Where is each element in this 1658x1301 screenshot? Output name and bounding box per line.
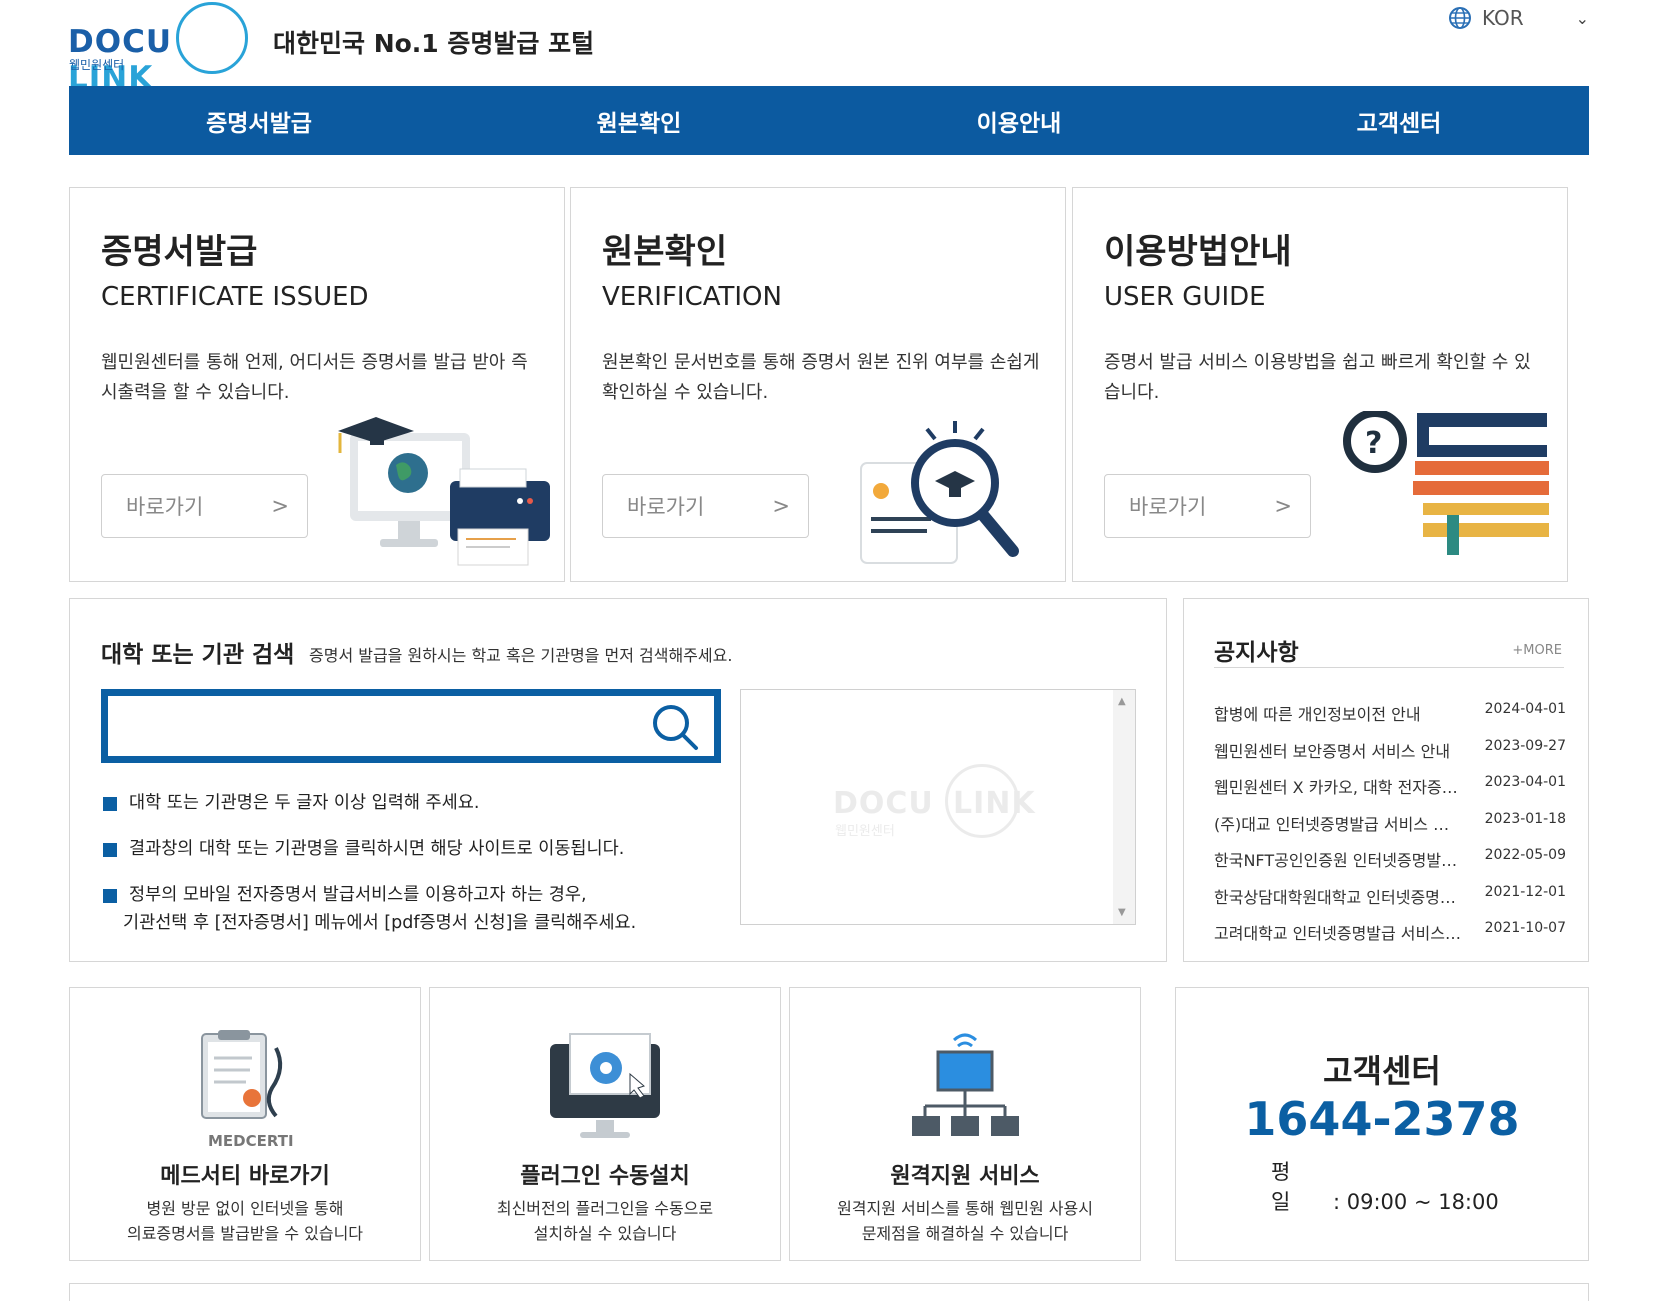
magnifier-certificate-icon <box>860 421 1019 564</box>
search-input[interactable] <box>108 696 648 756</box>
chevron-down-icon: ⌄ <box>1575 8 1590 28</box>
support-phone[interactable]: 1644-2378 <box>1176 1092 1588 1146</box>
logo-circle <box>176 2 248 74</box>
computer-printer-icon <box>338 417 550 566</box>
language-label: KOR <box>1482 6 1524 30</box>
notice-more-link[interactable]: +MORE <box>1512 643 1562 658</box>
language-selector[interactable]: KOR ⌄ <box>1448 4 1589 32</box>
chevron-right-icon: > <box>1274 494 1292 518</box>
site-tagline: 대한민국 No.1 증명발급 포털 <box>273 29 595 58</box>
search-field <box>101 689 721 763</box>
notice-panel: 공지사항 +MORE 합병에 따른 개인정보이전 안내 2024-04-01 웹민… <box>1183 598 1589 962</box>
notice-item[interactable]: 합병에 따른 개인정보이전 안내 2024-04-01 <box>1214 695 1566 732</box>
scroll-down-icon[interactable]: ▼ <box>1118 907 1126 918</box>
search-title: 대학 또는 기관 검색 <box>101 642 295 668</box>
divider <box>1214 667 1564 668</box>
card-go-button[interactable]: 바로가기 > <box>1104 474 1311 538</box>
main-nav: 증명서발급 원본확인 이용안내 고객센터 <box>69 86 1589 155</box>
notice-item[interactable]: 한국NFT공인인증원 인터넷증명발급 안내2022-05-09 <box>1214 841 1566 878</box>
nav-verification[interactable]: 원본확인 <box>449 86 829 155</box>
search-icon[interactable] <box>650 702 700 752</box>
notice-item[interactable]: (주)대교 인터넷증명발급 서비스 안내 2023-01-18 <box>1214 805 1566 842</box>
doculink-watermark: DOCU LINK 웹민원센터 <box>833 764 1053 854</box>
search-results-list[interactable]: DOCU LINK 웹민원센터 ▲ ▼ <box>740 689 1136 925</box>
bullet-square-icon <box>103 843 117 857</box>
nav-guide[interactable]: 이용안내 <box>829 86 1209 155</box>
doculink-logo[interactable]: DOCU LINK 웹민원센터 <box>68 2 258 96</box>
card-verification: 원본확인 VERIFICATION 원본확인 문서번호를 통해 증명서 원본 진… <box>570 187 1066 582</box>
card-title: 플러그인 수동설치 <box>520 1164 690 1189</box>
results-scrollbar[interactable]: ▲ ▼ <box>1113 690 1135 924</box>
card-description: 웹민원센터를 통해 언제, 어디서든 증명서를 발급 받아 즉시출력을 할 수 … <box>101 352 528 403</box>
institution-search-panel: 대학 또는 기관 검색 증명서 발급을 원하시는 학교 혹은 기관명을 먼저 검… <box>69 598 1167 962</box>
search-subtitle: 증명서 발급을 원하시는 학교 혹은 기관명을 먼저 검색해주세요. <box>309 646 733 665</box>
card-title: 원격지원 서비스 <box>890 1164 1040 1189</box>
card-title: 원본확인 <box>602 232 728 272</box>
card-certificate: 증명서발급 CERTIFICATE ISSUED 웹민원센터를 통해 언제, 어… <box>69 187 565 582</box>
logo-subtitle: 웹민원센터 <box>69 58 125 72</box>
search-note: 대학 또는 기관명은 두 글자 이상 입력해 주세요. <box>103 789 723 817</box>
globe-icon <box>1449 7 1471 29</box>
plugin-gear-icon <box>550 1033 660 1138</box>
notice-title: 공지사항 <box>1214 640 1299 666</box>
notice-item[interactable]: 웹민원센터 보안증명서 서비스 안내 2023-09-27 <box>1214 732 1566 769</box>
card-description: 원격지원 서비스를 통해 웹민원 사용시 문제점을 해결하실 수 있습니다 <box>837 1199 1093 1243</box>
notice-list: 합병에 따른 개인정보이전 안내 2024-04-01 웹민원센터 보안증명서 서… <box>1214 695 1566 951</box>
notice-item[interactable]: 웹민원센터 X 카카오, 대학 전자증명서 2023-04-01 <box>1214 768 1566 805</box>
card-title: 이용방법안내 <box>1104 232 1292 272</box>
card-description: 병원 방문 없이 인터넷을 통해 의료증명서를 발급받을 수 있습니다 <box>126 1199 364 1243</box>
scroll-up-icon[interactable]: ▲ <box>1118 696 1126 707</box>
remote-support-card[interactable]: 원격지원 서비스 원격지원 서비스를 통해 웹민원 사용시 문제점을 해결하실 수… <box>789 987 1141 1261</box>
medical-clipboard-icon: MEDCERTI <box>201 1030 294 1148</box>
nav-certificate[interactable]: 증명서발급 <box>69 86 449 155</box>
card-subtitle: USER GUIDE <box>1104 282 1266 312</box>
card-title: 메드서티 바로가기 <box>160 1164 330 1189</box>
books-question-icon: ? <box>1343 411 1549 555</box>
card-subtitle: CERTIFICATE ISSUED <box>101 282 369 312</box>
customer-center-card: 고객센터 1644-2378 평 일: 09:00 ~ 18:00 <box>1175 987 1589 1261</box>
medcerti-card[interactable]: MEDCERTI 메드서티 바로가기 병원 방문 없이 인터넷을 통해 의료증명서… <box>69 987 421 1261</box>
card-title: 증명서발급 <box>101 232 258 272</box>
search-note: 결과창의 대학 또는 기관명을 클릭하시면 해당 사이트로 이동됩니다. <box>103 835 723 863</box>
card-description: 최신버전의 플러그인을 수동으로 설치하실 수 있습니다 <box>496 1199 714 1243</box>
remote-network-icon <box>912 1033 1019 1136</box>
site-header: DOCU LINK 웹민원센터 대한민국 No.1 증명발급 포털 KOR ⌄ <box>0 0 1658 96</box>
card-description: 원본확인 문서번호를 통해 증명서 원본 진위 여부를 손쉽게 확인하실 수 있… <box>602 352 1040 403</box>
chevron-right-icon: > <box>772 494 790 518</box>
chevron-right-icon: > <box>271 494 289 518</box>
notice-item[interactable]: 고려대학교 인터넷증명발급 서비스 안내 2021-10-07 <box>1214 914 1566 951</box>
card-go-button[interactable]: 바로가기 > <box>101 474 308 538</box>
card-user-guide: 이용방법안내 USER GUIDE 증명서 발급 서비스 이용방법을 쉽고 빠르… <box>1072 187 1568 582</box>
plugin-install-card[interactable]: 플러그인 수동설치 최신버전의 플러그인을 수동으로 설치하실 수 있습니다 <box>429 987 781 1261</box>
card-subtitle: VERIFICATION <box>602 282 782 312</box>
search-notes: 대학 또는 기관명은 두 글자 이상 입력해 주세요. 결과창의 대학 또는 기… <box>103 789 723 955</box>
customer-center-title: 고객센터 <box>1323 1052 1441 1090</box>
notice-item[interactable]: 한국상담대학원대학교 인터넷증명발급 2021-12-01 <box>1214 878 1566 915</box>
card-go-button[interactable]: 바로가기 > <box>602 474 809 538</box>
search-note: 정부의 모바일 전자증명서 발급서비스를 이용하고자 하는 경우, 기관선택 후 … <box>103 881 723 937</box>
bullet-square-icon <box>103 889 117 903</box>
svg-text:?: ? <box>1365 426 1382 461</box>
nav-support[interactable]: 고객센터 <box>1209 86 1589 155</box>
svg-text:MEDCERTI: MEDCERTI <box>208 1132 294 1148</box>
support-hours: 평 일: 09:00 ~ 18:00 <box>1271 1160 1499 1214</box>
card-description: 증명서 발급 서비스 이용방법을 쉽고 빠르게 확인할 수 있습니다. <box>1104 352 1531 403</box>
bullet-square-icon <box>103 797 117 811</box>
footer-area <box>69 1283 1589 1301</box>
